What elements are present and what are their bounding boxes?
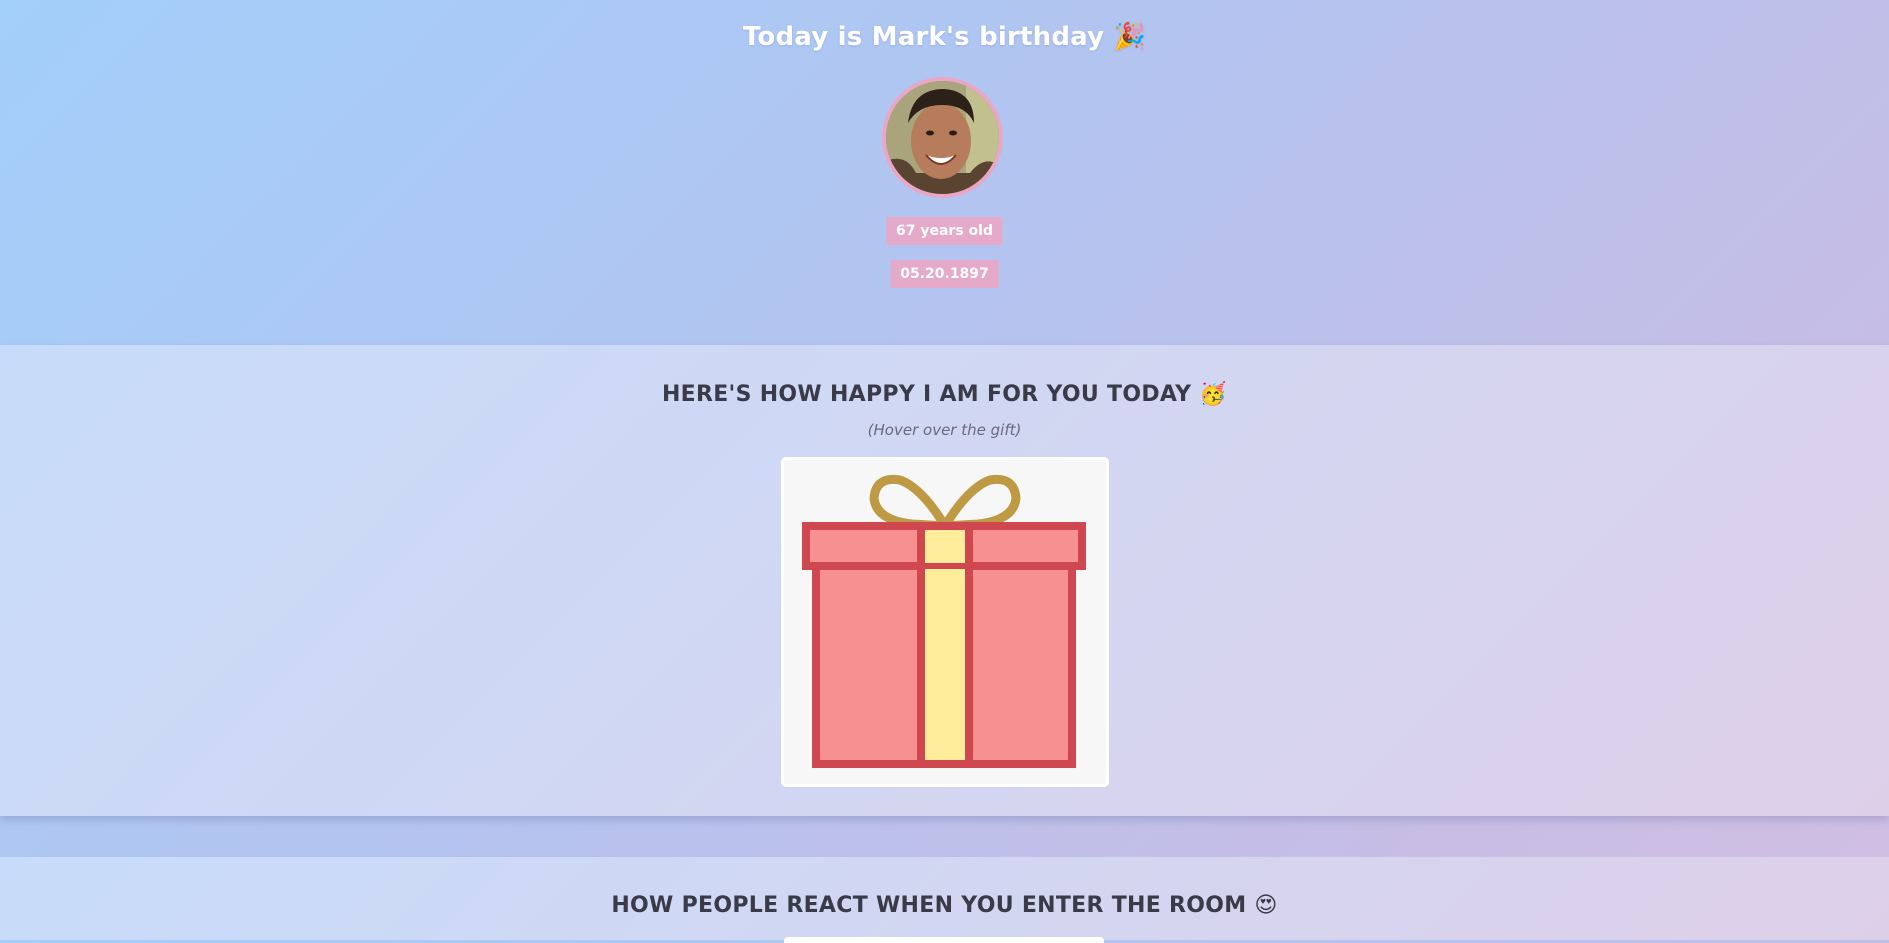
reaction-card[interactable] bbox=[784, 937, 1104, 943]
reaction-section-title: HOW PEOPLE REACT WHEN YOU ENTER THE ROOM… bbox=[611, 893, 1278, 918]
avatar bbox=[882, 77, 1003, 198]
avatar-photo bbox=[886, 81, 999, 194]
gift-section-title: HERE'S HOW HAPPY I AM FOR YOU TODAY 🥳 bbox=[661, 382, 1228, 407]
hero-section: Today is Mark's birthday 🎉 67 years old … bbox=[0, 0, 1889, 345]
gift-section: HERE'S HOW HAPPY I AM FOR YOU TODAY 🥳 (H… bbox=[0, 345, 1889, 816]
page-title: Today is Mark's birthday 🎉 bbox=[742, 22, 1147, 52]
age-badge: 67 years old bbox=[886, 217, 1003, 245]
birthdate-badge: 05.20.1897 bbox=[890, 260, 999, 288]
gift-box-icon bbox=[802, 474, 1086, 768]
reaction-section: HOW PEOPLE REACT WHEN YOU ENTER THE ROOM… bbox=[0, 857, 1889, 943]
hover-hint: (Hover over the gift) bbox=[867, 421, 1022, 439]
gift-card[interactable] bbox=[781, 457, 1109, 787]
